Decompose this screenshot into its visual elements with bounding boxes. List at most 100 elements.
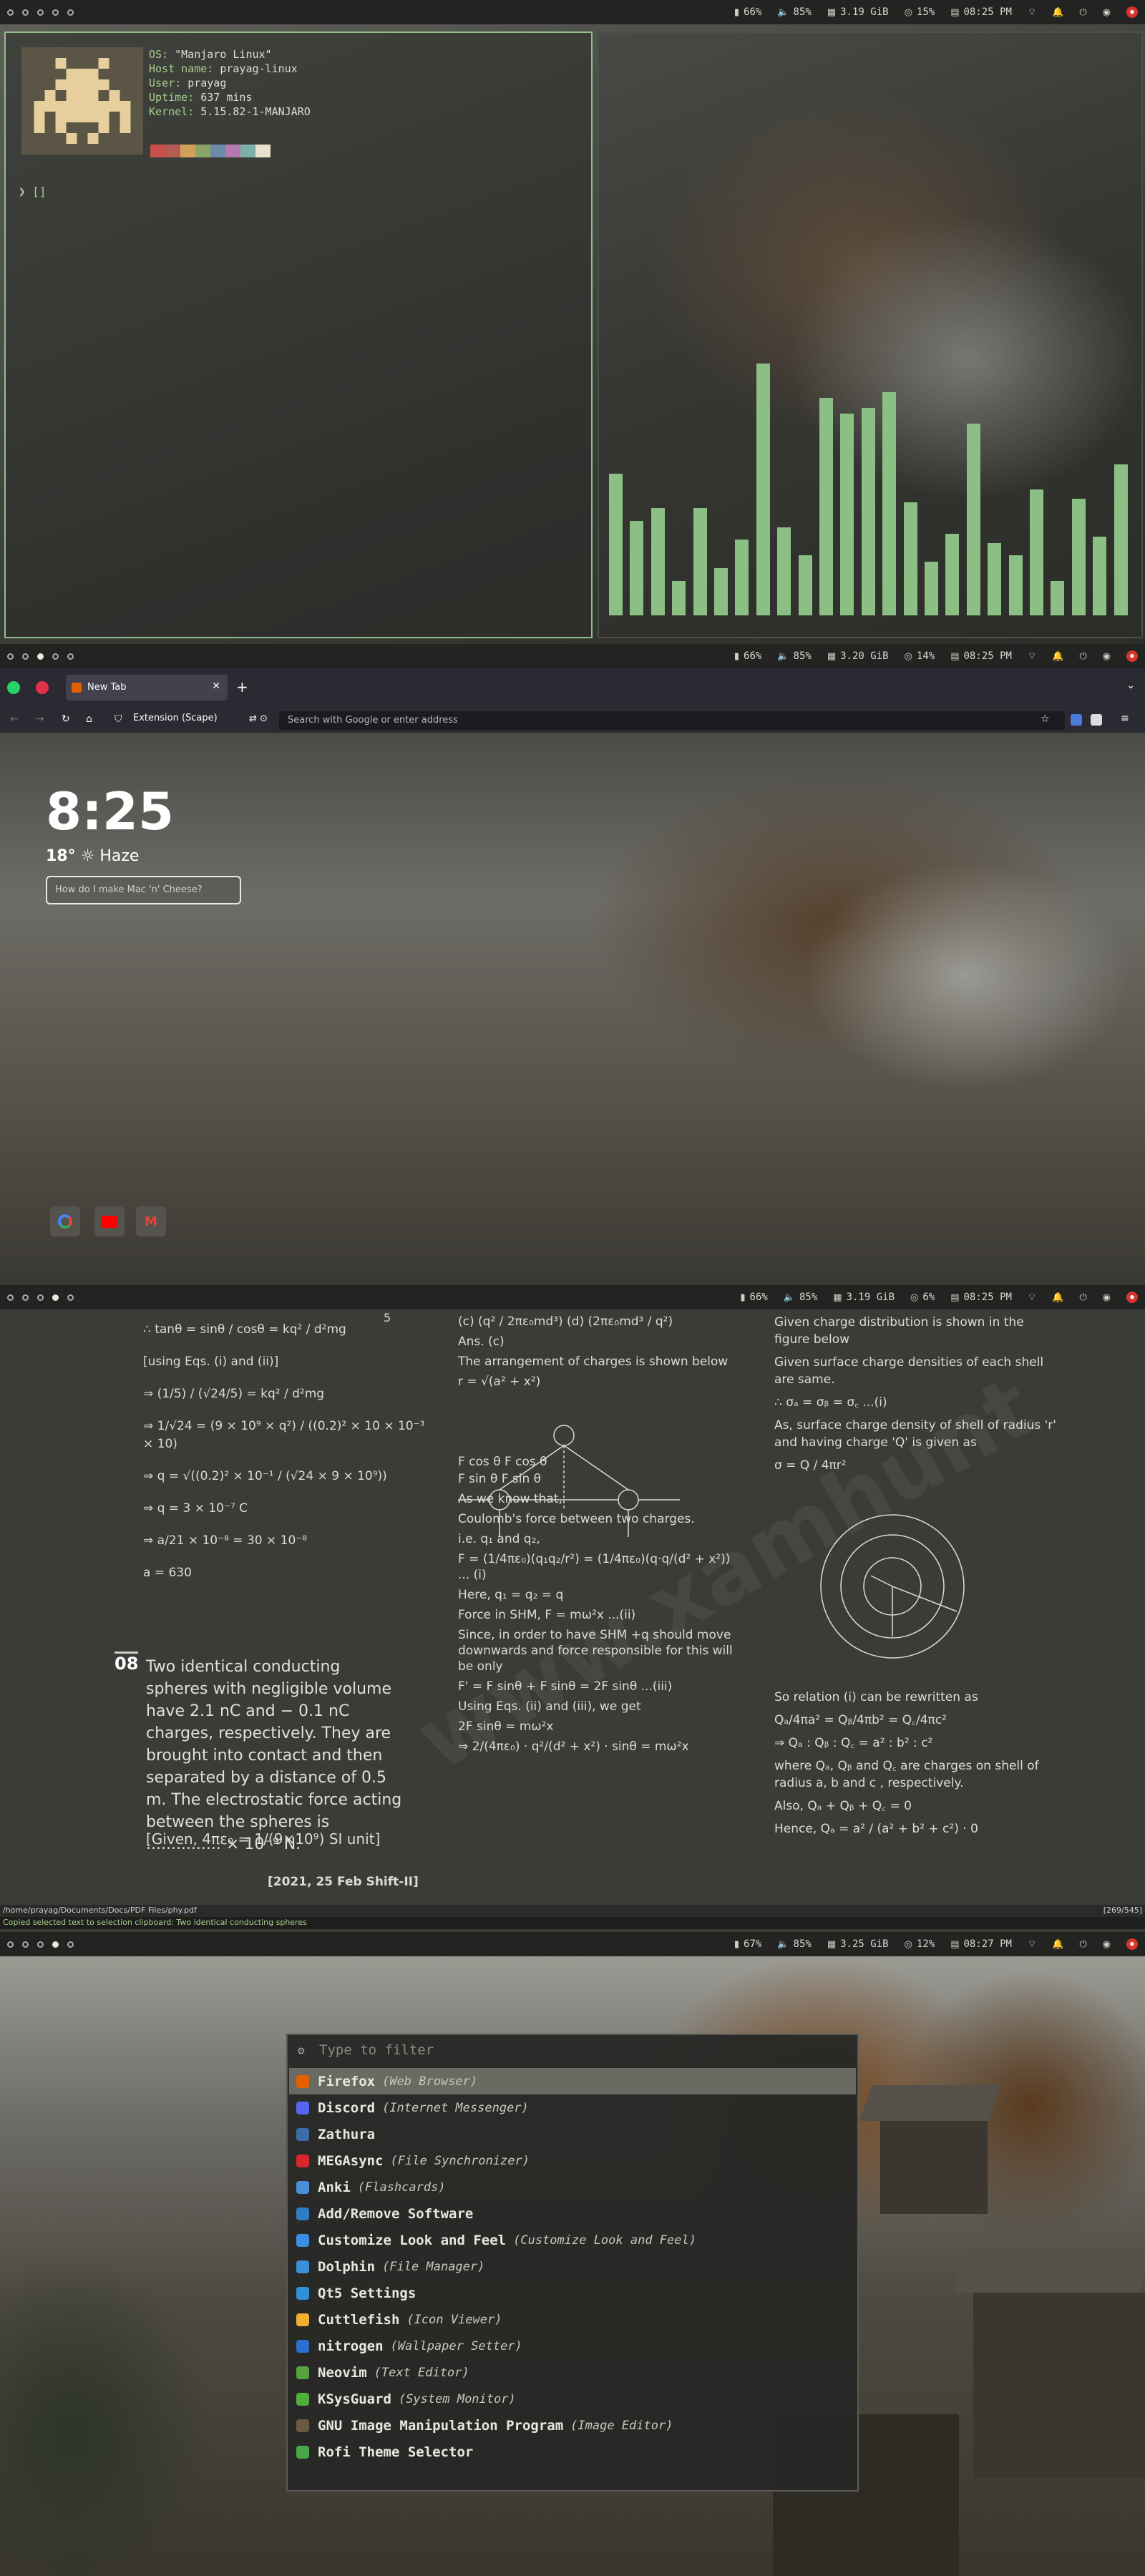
- app-icon: [296, 2313, 309, 2326]
- launcher-item[interactable]: Rofi Theme Selector: [289, 2439, 856, 2465]
- wifi-icon[interactable]: ⌔: [1028, 1938, 1036, 1950]
- notification-badge[interactable]: ●: [1126, 1938, 1138, 1950]
- youtube-shortcut[interactable]: [94, 1206, 125, 1236]
- pdf-line: σ = Q / 4πr²: [774, 1458, 847, 1473]
- power-icon[interactable]: ⏻: [1079, 1292, 1086, 1303]
- discord-icon[interactable]: ◉: [1103, 651, 1111, 662]
- wifi-icon[interactable]: ⌔: [1028, 6, 1036, 18]
- app-icon: [296, 2101, 309, 2114]
- power-icon[interactable]: ⏻: [1079, 7, 1086, 18]
- workspace-dot[interactable]: [22, 1941, 29, 1948]
- launcher-item[interactable]: Add/Remove Software: [289, 2200, 856, 2227]
- power-icon[interactable]: ⏻: [1079, 1939, 1086, 1950]
- extension-icon-2[interactable]: [1091, 714, 1102, 726]
- workspace-dot[interactable]: [7, 1294, 14, 1301]
- volume-icon: 🔈: [777, 650, 789, 662]
- workspace-dot[interactable]: [22, 9, 29, 16]
- permissions-icon[interactable]: ⇄ ⊙: [249, 713, 268, 724]
- home-icon[interactable]: ⌂: [86, 713, 92, 725]
- bookmark-star-icon[interactable]: ☆: [1041, 713, 1050, 725]
- launcher-item[interactable]: Dolphin (File Manager): [289, 2253, 856, 2280]
- bell-icon[interactable]: 🔔: [1052, 1292, 1063, 1303]
- battery-icon: ▮: [734, 1938, 740, 1950]
- launcher-item[interactable]: Customize Look and Feel (Customize Look a…: [289, 2227, 856, 2253]
- tab-new-tab[interactable]: New Tab ✕: [66, 675, 228, 701]
- battery-value: 67%: [744, 1938, 762, 1950]
- volume-indicator: 🔈 85%: [777, 1938, 811, 1950]
- launcher-item[interactable]: Discord (Internet Messenger): [289, 2094, 856, 2121]
- launcher-item[interactable]: Firefox (Web Browser): [289, 2068, 856, 2094]
- workspace-dot[interactable]: [7, 9, 14, 16]
- pinned-tab-icon[interactable]: [36, 681, 49, 694]
- pdf-line: Ans. (c): [458, 1335, 505, 1349]
- bell-icon[interactable]: 🔔: [1052, 7, 1063, 18]
- time-value: 08:27 PM: [963, 1938, 1012, 1950]
- wifi-icon[interactable]: ⌔: [1028, 650, 1036, 662]
- notification-badge[interactable]: ●: [1126, 6, 1138, 18]
- new-tab-button[interactable]: +: [236, 678, 248, 696]
- search-input[interactable]: How do I make Mac 'n' Cheese?: [46, 876, 241, 904]
- launcher-item[interactable]: GNU Image Manipulation Program (Image Edi…: [289, 2412, 856, 2439]
- google-shortcut[interactable]: [50, 1206, 80, 1236]
- extension-icon[interactable]: [1071, 714, 1082, 726]
- pdf-line: Also, Qₐ + Qᵦ + Q꜀ = 0: [774, 1799, 912, 1813]
- menu-icon[interactable]: ≡: [1121, 713, 1129, 724]
- workspace-dot[interactable]: [67, 1941, 74, 1948]
- time-value: 08:25 PM: [963, 6, 1012, 18]
- workspace-dot[interactable]: [52, 653, 59, 660]
- chevron-down-icon[interactable]: ⌄: [1126, 680, 1135, 691]
- launcher-item[interactable]: Anki (Flashcards): [289, 2174, 856, 2200]
- forward-icon[interactable]: →: [36, 713, 44, 725]
- shell-prompt[interactable]: ❯ []: [19, 185, 47, 198]
- zathura-window[interactable]: www.xamhunt 5 ∴ tanθ = sinθ / cosθ = kq²…: [0, 1309, 1145, 1932]
- power-icon[interactable]: ⏻: [1079, 651, 1086, 662]
- back-icon[interactable]: ←: [10, 713, 19, 725]
- workspace-dot[interactable]: [52, 9, 59, 16]
- palette-swatch: [225, 145, 240, 157]
- discord-icon[interactable]: ◉: [1103, 1292, 1111, 1303]
- workspace-dot[interactable]: [67, 9, 74, 16]
- url-bar[interactable]: Search with Google or enter address: [279, 711, 1065, 730]
- wifi-icon[interactable]: ⌔: [1028, 1292, 1036, 1303]
- workspace-indicators: [7, 9, 74, 16]
- launcher-item[interactable]: Neovim (Text Editor): [289, 2359, 856, 2386]
- notification-badge[interactable]: ●: [1126, 1292, 1138, 1303]
- gmail-shortcut[interactable]: M: [136, 1206, 166, 1236]
- workspace-dot[interactable]: [7, 1941, 14, 1948]
- extension-label[interactable]: Extension (Scape): [133, 713, 218, 723]
- workspace-dot[interactable]: [37, 9, 44, 16]
- bell-icon[interactable]: 🔔: [1052, 651, 1063, 662]
- workspace-dot[interactable]: [22, 653, 29, 660]
- notification-badge[interactable]: ●: [1126, 650, 1138, 662]
- workspace-dot[interactable]: [37, 653, 44, 660]
- bell-icon[interactable]: 🔔: [1052, 1939, 1063, 1950]
- status-bar: ▮ 66% 🔈 85% ▦ 3.20 GiB ◎ 14% ▤ 08:25 PM ⌔ 🔔 ⏻ ◉ ●: [0, 644, 1145, 668]
- discord-icon[interactable]: ◉: [1103, 1939, 1111, 1950]
- workspace-dot[interactable]: [52, 1294, 59, 1301]
- launcher-item[interactable]: Qt5 Settings: [289, 2280, 856, 2306]
- launcher-item[interactable]: nitrogen (Wallpaper Setter): [289, 2333, 856, 2359]
- battery-indicator: ▮ 66%: [734, 6, 761, 18]
- discord-icon[interactable]: ◉: [1103, 7, 1111, 18]
- shield-icon[interactable]: ⛉: [114, 713, 122, 725]
- reload-icon[interactable]: ↻: [62, 713, 70, 725]
- time-value: 08:25 PM: [963, 1292, 1012, 1303]
- launcher-item[interactable]: MEGAsync (File Synchronizer): [289, 2147, 856, 2174]
- workspace-dot[interactable]: [37, 1941, 44, 1948]
- filter-input[interactable]: Type to filter: [319, 2042, 434, 2058]
- whatsapp-icon[interactable]: [7, 681, 20, 694]
- workspace-dot[interactable]: [67, 653, 74, 660]
- workspace-dot[interactable]: [37, 1294, 44, 1301]
- workspace-dot[interactable]: [52, 1941, 59, 1948]
- workspace-dot[interactable]: [67, 1294, 74, 1301]
- close-icon[interactable]: ✕: [212, 680, 220, 692]
- color-palette: [150, 145, 271, 157]
- workspace-dot[interactable]: [22, 1294, 29, 1301]
- launcher-item[interactable]: KSysGuard (System Monitor): [289, 2386, 856, 2412]
- visualizer-bar: [988, 542, 1002, 615]
- desktop-workspace-1: OS: "Manjaro Linux" Host name: prayag-lin…: [0, 0, 1145, 644]
- launcher-item[interactable]: Zathura: [289, 2121, 856, 2147]
- terminal-window[interactable]: OS: "Manjaro Linux" Host name: prayag-lin…: [4, 31, 593, 638]
- workspace-dot[interactable]: [7, 653, 14, 660]
- launcher-item[interactable]: Cuttlefish (Icon Viewer): [289, 2306, 856, 2333]
